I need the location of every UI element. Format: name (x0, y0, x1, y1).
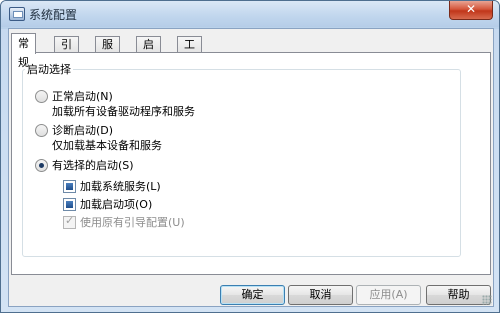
general-tab-page: 启动选择 正常启动(N) 加载所有设备驱动程序和服务 诊断启动(D) 仅加载基本… (11, 52, 491, 275)
tab-startup[interactable]: 启动 (136, 36, 161, 67)
tab-services[interactable]: 服务 (95, 36, 120, 67)
tab-tools[interactable]: 工具 (177, 36, 202, 67)
load-system-services-label[interactable]: 加载系统服务(L) (80, 178, 161, 194)
system-configuration-window: 系统配置 ✕ 常规 引导 服务 启动 工具 启动选择 正常启动(N) 加载所有设… (0, 0, 500, 313)
use-original-boot-config-checkbox: ✓ (63, 214, 76, 229)
diagnostic-startup-description: 仅加载基本设备和服务 (52, 139, 162, 152)
ok-button[interactable]: 确定 (220, 285, 285, 305)
window-title: 系统配置 (29, 8, 78, 22)
normal-startup-description: 加载所有设备驱动程序和服务 (52, 105, 195, 118)
normal-startup-label[interactable]: 正常启动(N) (52, 88, 113, 104)
title-bar[interactable]: 系统配置 ✕ (1, 1, 499, 27)
msconfig-app-icon (9, 7, 25, 21)
checkmark-icon: ✓ (65, 214, 75, 227)
tab-general[interactable]: 常规 (11, 33, 36, 69)
dialog-client-area: 常规 引导 服务 启动 工具 启动选择 正常启动(N) 加载所有设备驱动程序和服… (8, 28, 494, 307)
cancel-button[interactable]: 取消 (288, 285, 353, 305)
startup-selection-group: 启动选择 正常启动(N) 加载所有设备驱动程序和服务 诊断启动(D) 仅加载基本… (22, 61, 461, 257)
normal-startup-radio[interactable] (35, 90, 48, 103)
use-original-boot-config-label: 使用原有引导配置(U) (80, 216, 185, 229)
resize-grip-icon[interactable] (482, 295, 492, 305)
load-system-services-checkbox[interactable] (63, 180, 76, 193)
load-startup-items-checkbox[interactable] (63, 198, 76, 211)
selective-startup-label[interactable]: 有选择的启动(S) (52, 157, 134, 173)
close-button[interactable]: ✕ (449, 1, 493, 20)
selective-startup-radio[interactable] (35, 159, 48, 172)
load-startup-items-label[interactable]: 加载启动项(O) (80, 196, 152, 212)
startup-selection-legend: 启动选择 (27, 63, 71, 76)
tab-boot[interactable]: 引导 (54, 36, 79, 67)
apply-button: 应用(A) (356, 285, 421, 305)
diagnostic-startup-label[interactable]: 诊断启动(D) (52, 122, 113, 138)
diagnostic-startup-radio[interactable] (35, 124, 48, 137)
